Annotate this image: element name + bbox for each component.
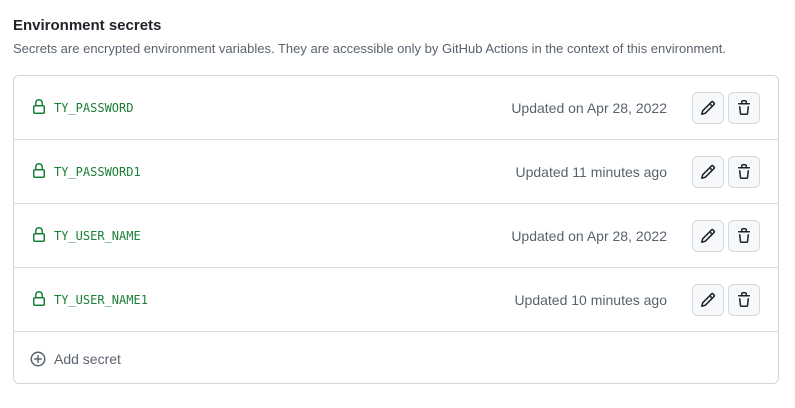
secrets-list: TY_PASSWORD Updated on Apr 28, 2022 TY_P… bbox=[13, 75, 779, 384]
secret-row: TY_PASSWORD Updated on Apr 28, 2022 bbox=[14, 76, 778, 140]
pencil-icon bbox=[700, 292, 716, 308]
pencil-icon bbox=[700, 228, 716, 244]
environment-secrets-panel: Environment secrets Secrets are encrypte… bbox=[0, 0, 795, 408]
secret-updated-time: Updated on Apr 28, 2022 bbox=[511, 228, 667, 244]
secret-updated-time: Updated 10 minutes ago bbox=[514, 292, 667, 308]
secret-updated-time: Updated 11 minutes ago bbox=[515, 164, 667, 180]
secret-name: TY_PASSWORD bbox=[54, 101, 134, 115]
trash-icon bbox=[736, 228, 752, 244]
trash-icon bbox=[736, 292, 752, 308]
edit-secret-button[interactable] bbox=[692, 156, 724, 188]
delete-secret-button[interactable] bbox=[728, 220, 760, 252]
plus-circle-icon bbox=[30, 351, 46, 367]
secret-name: TY_USER_NAME1 bbox=[54, 293, 148, 307]
delete-secret-button[interactable] bbox=[728, 156, 760, 188]
lock-icon bbox=[31, 291, 47, 307]
trash-icon bbox=[736, 100, 752, 116]
edit-secret-button[interactable] bbox=[692, 284, 724, 316]
pencil-icon bbox=[700, 164, 716, 180]
secret-row: TY_USER_NAME1 Updated 10 minutes ago bbox=[14, 268, 778, 332]
secret-name: TY_USER_NAME bbox=[54, 229, 141, 243]
secret-row: TY_PASSWORD1 Updated 11 minutes ago bbox=[14, 140, 778, 204]
add-secret-label: Add secret bbox=[54, 351, 121, 367]
lock-icon bbox=[31, 227, 47, 243]
lock-icon bbox=[31, 163, 47, 179]
delete-secret-button[interactable] bbox=[728, 92, 760, 124]
secret-name: TY_PASSWORD1 bbox=[54, 165, 141, 179]
edit-secret-button[interactable] bbox=[692, 220, 724, 252]
lock-icon bbox=[31, 99, 47, 115]
edit-secret-button[interactable] bbox=[692, 92, 724, 124]
section-description: Secrets are encrypted environment variab… bbox=[13, 41, 726, 56]
delete-secret-button[interactable] bbox=[728, 284, 760, 316]
section-title: Environment secrets bbox=[13, 17, 162, 34]
pencil-icon bbox=[700, 100, 716, 116]
secret-updated-time: Updated on Apr 28, 2022 bbox=[511, 100, 667, 116]
trash-icon bbox=[736, 164, 752, 180]
add-secret-button[interactable]: Add secret bbox=[14, 332, 778, 383]
secret-row: TY_USER_NAME Updated on Apr 28, 2022 bbox=[14, 204, 778, 268]
